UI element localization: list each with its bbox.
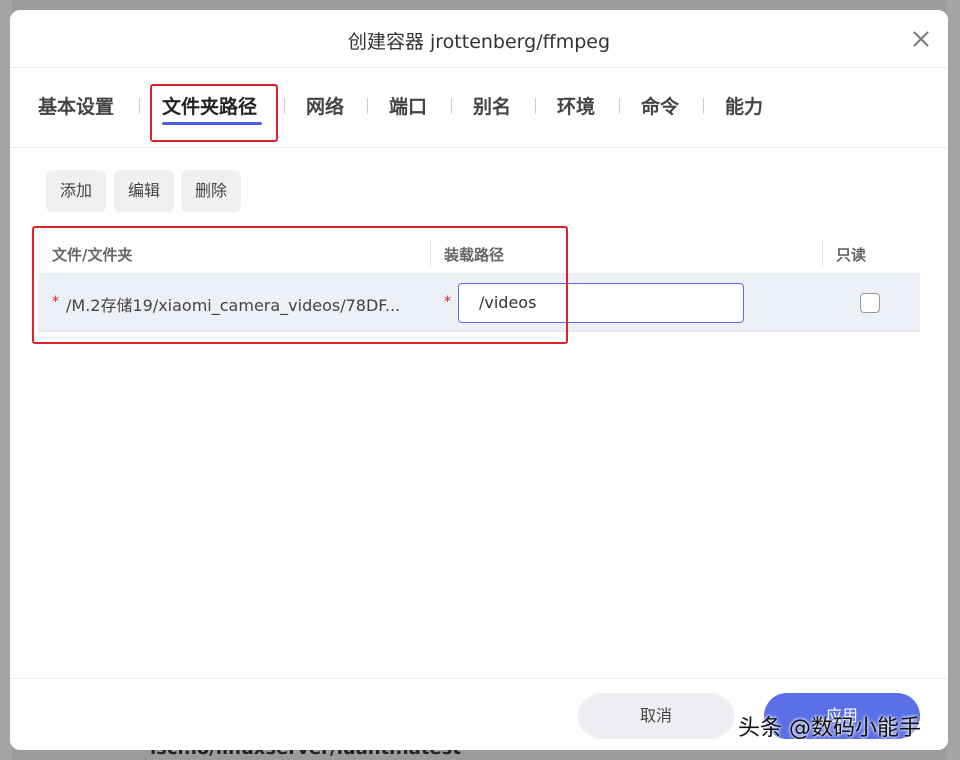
tab-separator (284, 98, 285, 114)
column-separator (822, 240, 823, 266)
delete-button[interactable]: 删除 (181, 170, 241, 212)
close-icon[interactable] (910, 28, 932, 50)
table-row[interactable]: * /M.2存储19/xiaomi_camera_videos/78DF... … (38, 274, 920, 332)
column-header-file-folder: 文件/文件夹 (52, 246, 133, 264)
edit-button[interactable]: 编辑 (114, 170, 174, 212)
add-button[interactable]: 添加 (46, 170, 106, 212)
folder-path-cell[interactable]: /M.2存储19/xiaomi_camera_videos/78DF... (66, 292, 400, 316)
tab-separator (535, 98, 536, 114)
dialog-title: 创建容器 jrottenberg/ffmpeg (347, 31, 611, 53)
column-header-mount-path: 装载路径 (444, 246, 505, 264)
tab-ports[interactable]: 端口 (389, 92, 427, 119)
cancel-button[interactable]: 取消 (578, 693, 734, 739)
tab-separator (451, 98, 452, 114)
required-marker: * (444, 294, 451, 310)
required-marker: * (52, 294, 59, 310)
tab-separator (139, 98, 140, 114)
tab-environment[interactable]: 环境 (557, 92, 595, 119)
tab-separator (367, 98, 368, 114)
active-tab-indicator (162, 122, 262, 125)
tab-capabilities[interactable]: 能力 (725, 92, 763, 119)
tab-basic-settings[interactable]: 基本设置 (38, 92, 114, 119)
dialog-header: 创建容器 jrottenberg/ffmpeg (10, 10, 948, 68)
tab-bar: 基本设置 文件夹路径 网络 端口 别名 环境 命令 能力 (10, 68, 948, 148)
tab-alias[interactable]: 别名 (473, 92, 511, 119)
table-header: 文件/文件夹 装载路径 只读 (38, 232, 920, 274)
tab-command[interactable]: 命令 (641, 92, 679, 119)
tab-network[interactable]: 网络 (306, 92, 344, 119)
create-container-dialog: 创建容器 jrottenberg/ffmpeg 基本设置 文件夹路径 网络 端口… (10, 10, 948, 750)
column-separator (430, 240, 431, 266)
tab-separator (703, 98, 704, 114)
background-right-strip (946, 0, 960, 760)
watermark: 头条 @数码小能手 (738, 716, 921, 741)
readonly-checkbox[interactable] (860, 293, 880, 313)
tab-separator (619, 98, 620, 114)
column-header-readonly: 只读 (836, 246, 867, 264)
mount-path-input[interactable]: /videos (458, 283, 744, 323)
tab-folder-path[interactable]: 文件夹路径 (162, 92, 257, 119)
